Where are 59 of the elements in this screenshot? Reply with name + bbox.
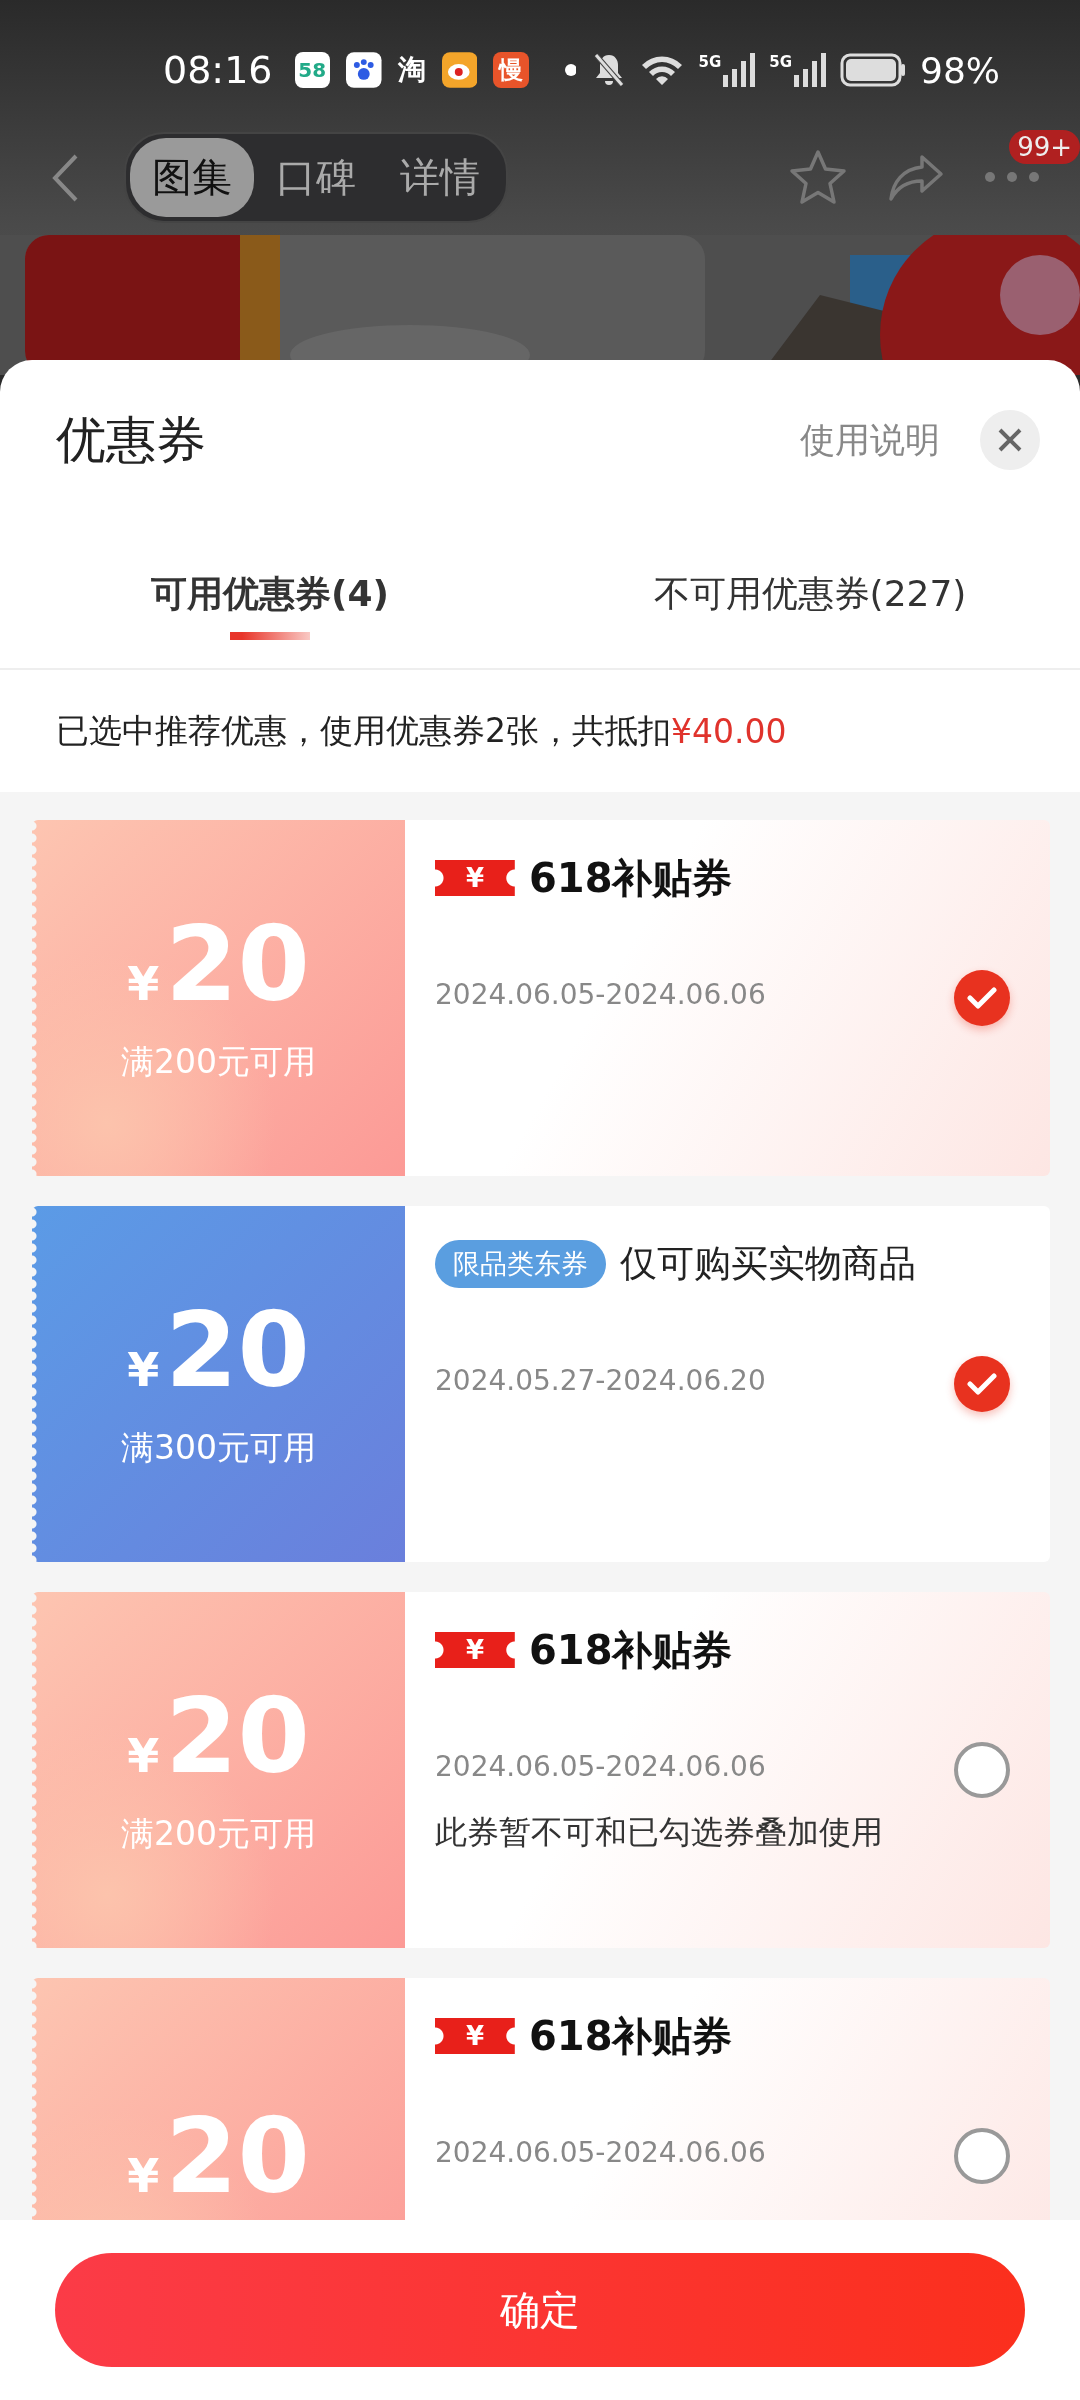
discount-amount: ¥40.00 [671, 711, 787, 751]
coupon-tag: 限品类东券 [435, 1240, 606, 1288]
summary-text: 已选中推荐优惠，使用优惠券2张，共抵扣 [56, 709, 671, 752]
battery-icon [840, 53, 906, 87]
coupon-condition: 满200元可用 [121, 1812, 316, 1855]
currency-sign: ¥ [127, 956, 160, 1011]
app-icon: 慢 [493, 52, 529, 88]
currency-sign: ¥ [127, 1728, 160, 1783]
validity-date: 2024.06.05-2024.06.06 [435, 1750, 767, 1783]
ticket-tag: ¥ [435, 1632, 515, 1668]
app-icon: 淘 [397, 51, 426, 89]
segment-tab[interactable]: 图集 [130, 138, 254, 217]
help-link[interactable]: 使用说明 [800, 416, 940, 464]
ticket-tag: ¥ [435, 2018, 515, 2054]
signal-icon [794, 53, 826, 87]
coupon-tab[interactable]: 不可用优惠券(227) [540, 520, 1080, 668]
coupon-title: 仅可购买实物商品 [620, 1241, 916, 1287]
status-time: 08:16 [163, 48, 273, 92]
share-icon[interactable] [888, 153, 944, 202]
coupon-condition: 满300元可用 [121, 1426, 316, 1469]
coupon-title: 618补贴券 [529, 853, 733, 903]
app-icon: 58 [294, 52, 331, 88]
currency-sign: ¥ [127, 2149, 160, 2203]
check-icon [967, 986, 997, 1010]
mute-icon [592, 52, 627, 88]
network-label: 5G [769, 53, 792, 71]
network-label: 5G [698, 53, 722, 71]
check-icon [967, 1372, 997, 1396]
coupon-condition: 满200元可用 [121, 1040, 316, 1083]
more-icon[interactable] [984, 171, 1040, 183]
coupon-title: 618补贴券 [529, 1625, 733, 1675]
ticket-tag: ¥ [435, 860, 515, 896]
validity-date: 2024.05.27-2024.06.20 [435, 1364, 767, 1397]
validity-date: 2024.06.05-2024.06.06 [435, 2136, 767, 2169]
select-checkbox[interactable] [954, 2128, 1010, 2184]
currency-sign: ¥ [127, 1342, 160, 1397]
back-icon[interactable] [50, 152, 80, 203]
app-icon [441, 52, 478, 88]
coupon-amount: 20 [165, 1683, 310, 1788]
select-checkbox[interactable] [954, 1742, 1010, 1798]
coupon-amount: 20 [165, 1297, 310, 1402]
segment-tab[interactable]: 口碑 [254, 138, 378, 217]
signal-icon [723, 53, 756, 87]
notification-badge: 99+ [1009, 130, 1080, 164]
sheet-title: 优惠券 [56, 409, 206, 471]
validity-date: 2024.06.05-2024.06.06 [435, 978, 767, 1011]
coupon-amount: 20 [165, 2104, 310, 2208]
segment-tab[interactable]: 详情 [378, 138, 502, 217]
select-checkbox[interactable] [954, 970, 1010, 1026]
star-icon[interactable] [788, 148, 848, 207]
select-checkbox[interactable] [954, 1356, 1010, 1412]
confirm-button[interactable]: 确定 [55, 2253, 1025, 2367]
coupon-note: 此券暂不可和已勾选券叠加使用 [435, 1812, 884, 1853]
coupon-title: 618补贴券 [529, 2011, 733, 2061]
coupon-tab[interactable]: 可用优惠券(4) [0, 520, 540, 668]
coupon-amount: 20 [165, 911, 310, 1016]
paw-icon [346, 52, 382, 88]
battery-percent: 98% [920, 49, 1000, 91]
close-icon [997, 427, 1023, 453]
